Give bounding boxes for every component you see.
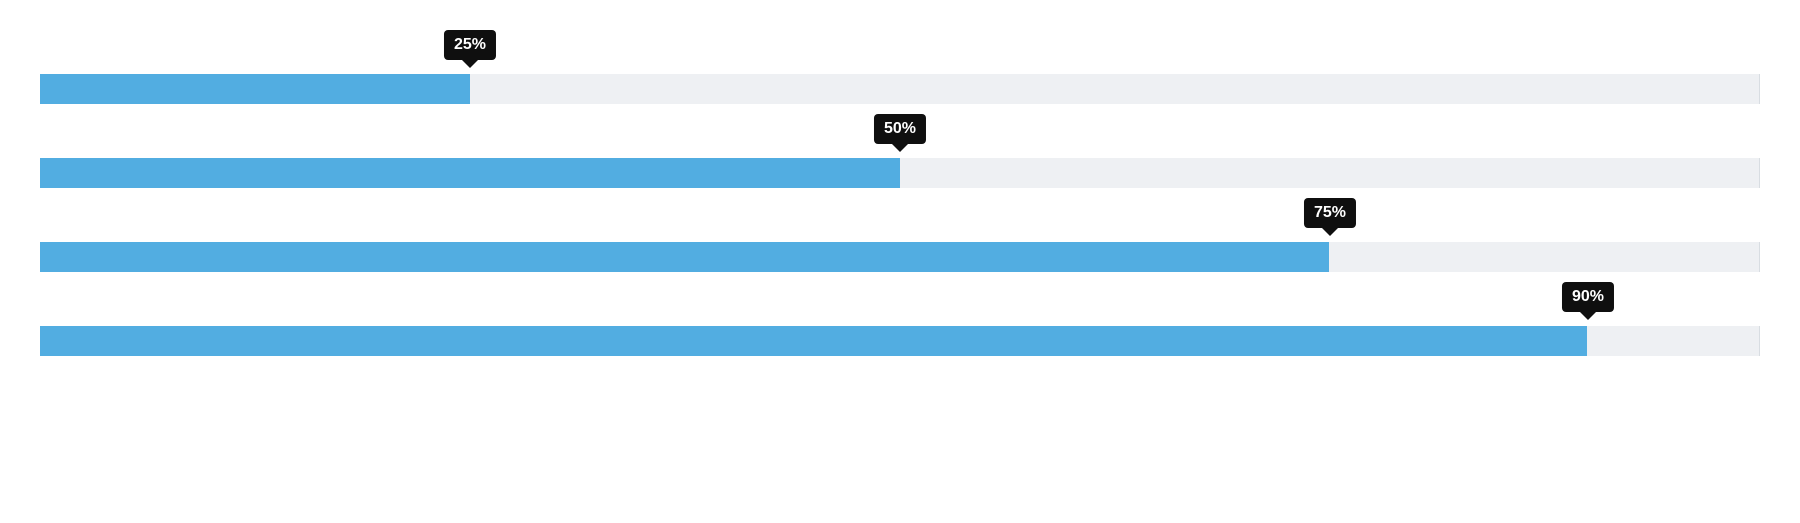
- progress-fill: [40, 242, 1329, 272]
- progress-fill: [40, 74, 470, 104]
- progress-bar-2: 50%: [40, 114, 1760, 188]
- progress-tooltip: 50%: [874, 114, 926, 144]
- progress-track: [40, 326, 1760, 356]
- progress-track: [40, 242, 1760, 272]
- progress-fill: [40, 326, 1587, 356]
- progress-bar-1: 25%: [40, 30, 1760, 104]
- progress-bar-3: 75%: [40, 198, 1760, 272]
- progress-bar-4: 90%: [40, 282, 1760, 356]
- progress-tooltip: 75%: [1304, 198, 1356, 228]
- progress-bars-group: 25% 50% 75% 90%: [40, 30, 1760, 356]
- progress-tooltip: 25%: [444, 30, 496, 60]
- progress-tooltip: 90%: [1562, 282, 1614, 312]
- progress-track: [40, 158, 1760, 188]
- progress-track: [40, 74, 1760, 104]
- progress-fill: [40, 158, 900, 188]
